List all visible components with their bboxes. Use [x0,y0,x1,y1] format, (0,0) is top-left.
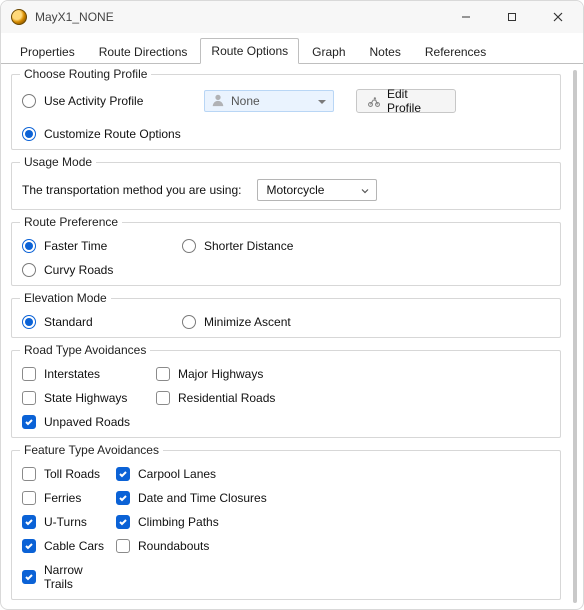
tab-route-directions[interactable]: Route Directions [88,39,199,64]
select-value: None [231,94,260,108]
group-route-preference: Route Preference Faster Time Shorter Dis… [11,222,561,286]
check-label: State Highways [44,391,127,405]
vertical-scrollbar[interactable] [567,64,583,609]
app-icon [11,9,27,25]
group-legend: Usage Mode [20,155,96,169]
chevron-down-icon [360,185,370,195]
button-label: Edit Profile [387,87,445,115]
titlebar: MayX1_NONE [1,1,583,33]
maximize-button[interactable] [489,2,535,32]
check-climbing-paths[interactable]: Climbing Paths [116,515,550,529]
activity-profile-select[interactable]: None [204,90,334,112]
check-label: Cable Cars [44,539,104,553]
check-label: Interstates [44,367,100,381]
check-interstates[interactable]: Interstates [22,367,152,381]
content-area: Choose Routing Profile Use Activity Prof… [1,64,583,609]
check-ferries[interactable]: Ferries [22,491,112,505]
check-label: Unpaved Roads [44,415,130,429]
radio-faster-time[interactable]: Faster Time [22,239,182,253]
tab-properties[interactable]: Properties [9,39,86,64]
radio-label: Faster Time [44,239,107,253]
close-button[interactable] [535,2,581,32]
edit-profile-button[interactable]: Edit Profile [356,89,456,113]
group-legend: Road Type Avoidances [20,343,150,357]
radio-label: Standard [44,315,93,329]
tab-notes[interactable]: Notes [359,39,412,64]
radio-label: Customize Route Options [44,127,181,141]
window-title: MayX1_NONE [35,10,443,24]
check-state-highways[interactable]: State Highways [22,391,152,405]
window-buttons [443,2,581,32]
radio-use-activity-profile[interactable]: Use Activity Profile [22,94,192,108]
check-roundabouts[interactable]: Roundabouts [116,539,550,553]
radio-shorter-distance[interactable]: Shorter Distance [182,239,550,253]
check-label: Climbing Paths [138,515,219,529]
check-label: Date and Time Closures [138,491,267,505]
check-major-highways[interactable]: Major Highways [156,367,550,381]
radio-minimize-ascent[interactable]: Minimize Ascent [182,315,550,329]
check-label: Roundabouts [138,539,209,553]
tab-route-options[interactable]: Route Options [200,38,299,64]
radio-customize-route-options[interactable]: Customize Route Options [22,127,181,141]
usage-mode-label: The transportation method you are using: [22,183,241,197]
check-cable-cars[interactable]: Cable Cars [22,539,112,553]
group-elevation-mode: Elevation Mode Standard Minimize Ascent [11,298,561,338]
radio-label: Shorter Distance [204,239,293,253]
group-legend: Elevation Mode [20,291,111,305]
check-label: Carpool Lanes [138,467,216,481]
radio-label: Use Activity Profile [44,94,143,108]
motorbike-icon [367,94,381,108]
radio-label: Minimize Ascent [204,315,291,329]
group-usage-mode: Usage Mode The transportation method you… [11,162,561,210]
chevron-down-icon [317,96,327,106]
radio-standard[interactable]: Standard [22,315,182,329]
check-label: Narrow Trails [44,563,112,591]
group-legend: Feature Type Avoidances [20,443,163,457]
tab-graph[interactable]: Graph [301,39,356,64]
app-window: MayX1_NONE Properties Route Directions R… [0,0,584,610]
select-value: Motorcycle [266,183,324,197]
check-residential-roads[interactable]: Residential Roads [156,391,550,405]
tab-references[interactable]: References [414,39,497,64]
check-toll-roads[interactable]: Toll Roads [22,467,112,481]
radio-curvy-roads[interactable]: Curvy Roads [22,263,182,277]
check-label: Residential Roads [178,391,275,405]
check-label: Ferries [44,491,81,505]
check-unpaved-roads[interactable]: Unpaved Roads [22,415,152,429]
check-carpool-lanes[interactable]: Carpool Lanes [116,467,550,481]
check-label: Major Highways [178,367,263,381]
tab-bar: Properties Route Directions Route Option… [1,33,583,64]
group-routing-profile: Choose Routing Profile Use Activity Prof… [11,74,561,150]
radio-label: Curvy Roads [44,263,113,277]
check-u-turns[interactable]: U-Turns [22,515,112,529]
check-label: U-Turns [44,515,87,529]
person-icon [211,93,225,110]
check-date-time-closures[interactable]: Date and Time Closures [116,491,550,505]
check-label: Toll Roads [44,467,100,481]
group-feature-type-avoidances: Feature Type Avoidances Toll Roads Carpo… [11,450,561,600]
route-options-panel: Choose Routing Profile Use Activity Prof… [1,64,567,609]
group-road-type-avoidances: Road Type Avoidances Interstates Major H… [11,350,561,438]
group-legend: Route Preference [20,215,122,229]
usage-mode-select[interactable]: Motorcycle [257,179,377,201]
check-narrow-trails[interactable]: Narrow Trails [22,563,112,591]
minimize-button[interactable] [443,2,489,32]
group-legend: Choose Routing Profile [20,67,151,81]
